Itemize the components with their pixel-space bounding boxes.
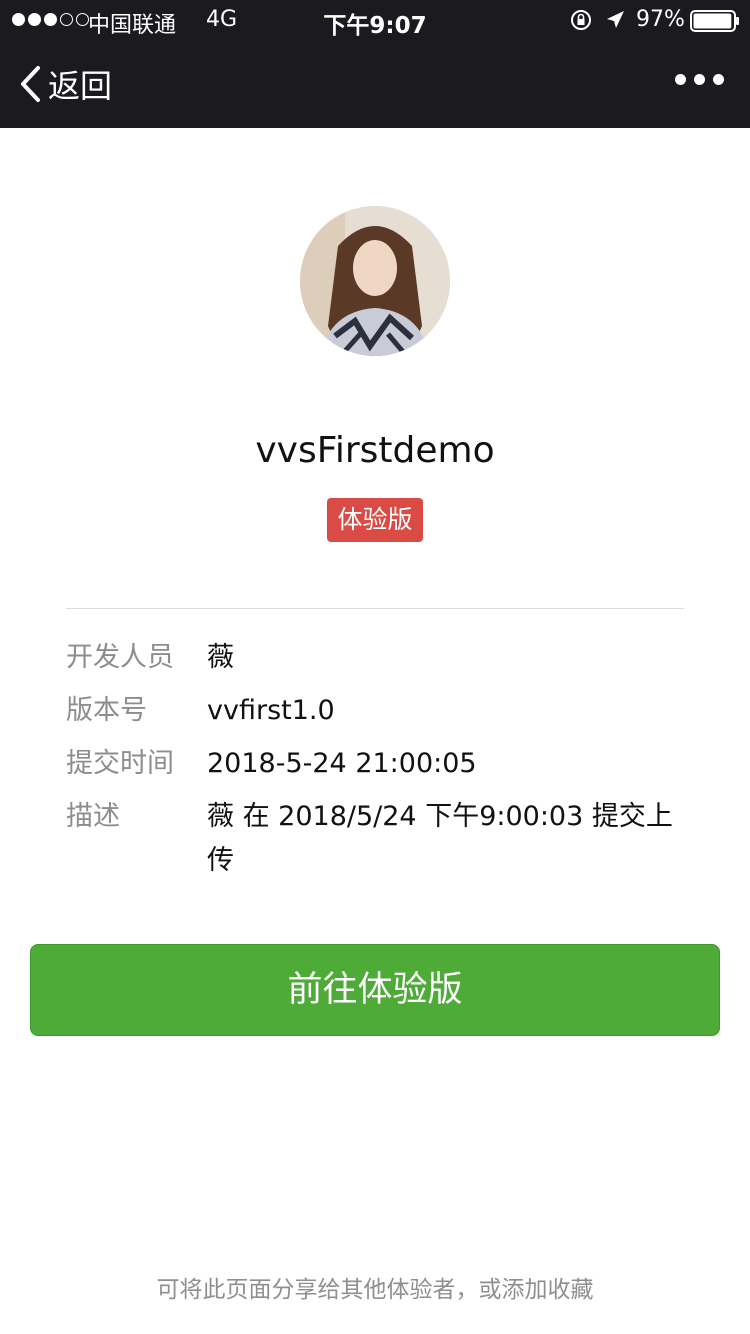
divider [66,608,684,609]
location-arrow-icon [607,11,624,28]
go-to-trial-button[interactable]: 前往体验版 [30,944,720,1036]
back-label: 返回 [48,67,113,105]
info-row-submit-time: 提交时间 2018-5-24 21:00:05 [66,742,684,786]
battery-icon [690,10,739,32]
top-bar: 中国联通 4G 下午9:07 97% 返回 [0,0,750,128]
info-value: 薇 在 2018/5/24 下午9:00:03 提交上传 [207,801,673,876]
more-dot [694,74,705,85]
share-hint: 可将此页面分享给其他体验者，或添加收藏 [156,1277,594,1303]
navigation-bar: 返回 [0,40,750,128]
info-row-description: 描述 薇 在 2018/5/24 下午9:00:03 提交上传 [66,795,684,883]
info-value: vvfirst1.0 [207,695,335,726]
info-label: 版本号 [66,695,147,726]
back-button[interactable]: 返回 [18,62,112,106]
screen: 中国联通 4G 下午9:07 97% 返回 vvsFirstdemo 体验版 开… [0,0,750,1334]
info-label: 开发人员 [66,642,174,673]
app-name: vvsFirstdemo [255,430,495,471]
chevron-left-icon [21,66,40,102]
info-list: 开发人员 薇 版本号 vvfirst1.0 提交时间 2018-5-24 21:… [66,636,684,892]
app-avatar [300,206,450,356]
info-label: 提交时间 [66,748,174,779]
info-row-developer: 开发人员 薇 [66,636,684,680]
info-row-version: 版本号 vvfirst1.0 [66,689,684,733]
status-bar: 中国联通 4G 下午9:07 97% [0,0,750,40]
info-value: 2018-5-24 21:00:05 [207,748,477,779]
orientation-lock-icon [571,10,591,30]
info-label: 描述 [66,801,120,832]
info-value: 薇 [207,642,234,673]
trial-version-badge: 体验版 [327,498,423,542]
battery-percent: 97% [636,7,685,32]
more-dots-icon[interactable] [675,74,724,85]
more-dot [713,74,724,85]
more-dot [675,74,686,85]
avatar-portrait [300,206,450,356]
